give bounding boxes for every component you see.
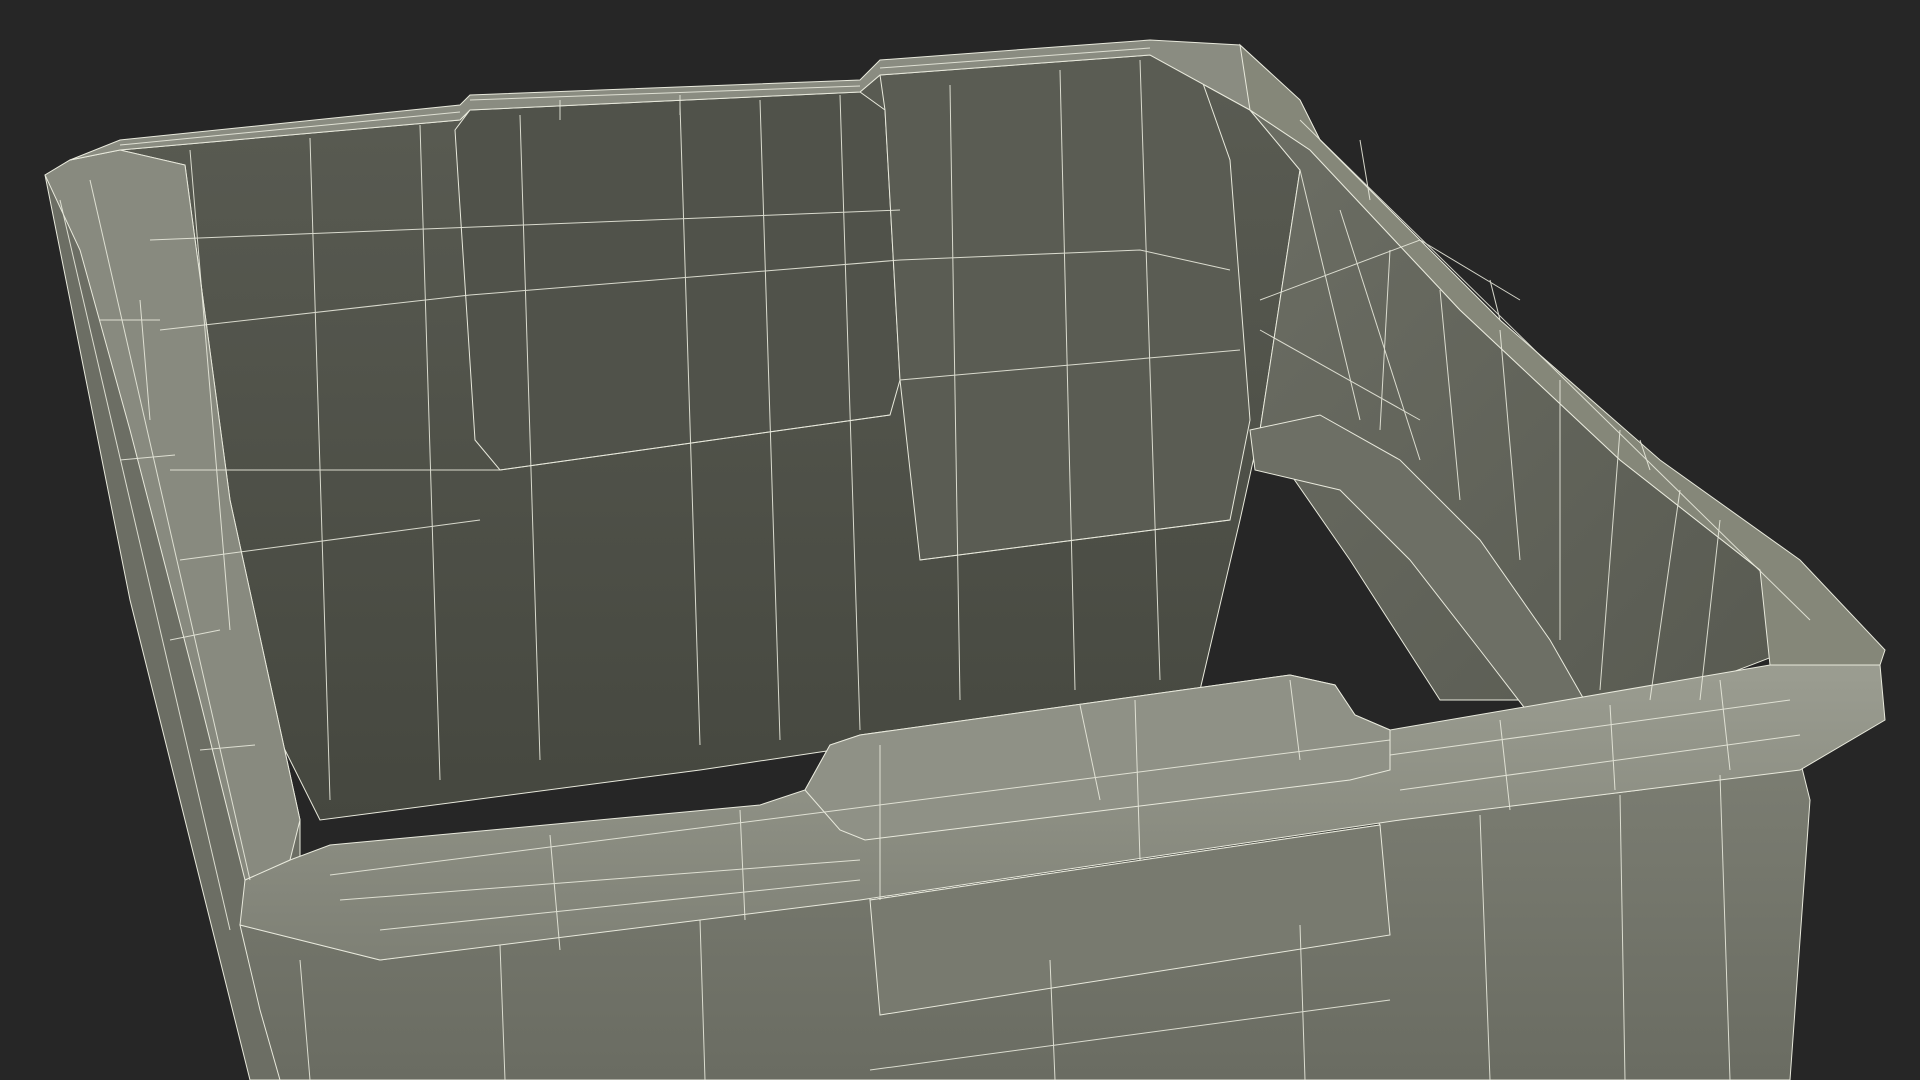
back-rib-left (454, 91, 901, 471)
back-rib-right (879, 54, 1251, 561)
render-viewport (0, 0, 1920, 1080)
wireframe-render (0, 0, 1920, 1080)
